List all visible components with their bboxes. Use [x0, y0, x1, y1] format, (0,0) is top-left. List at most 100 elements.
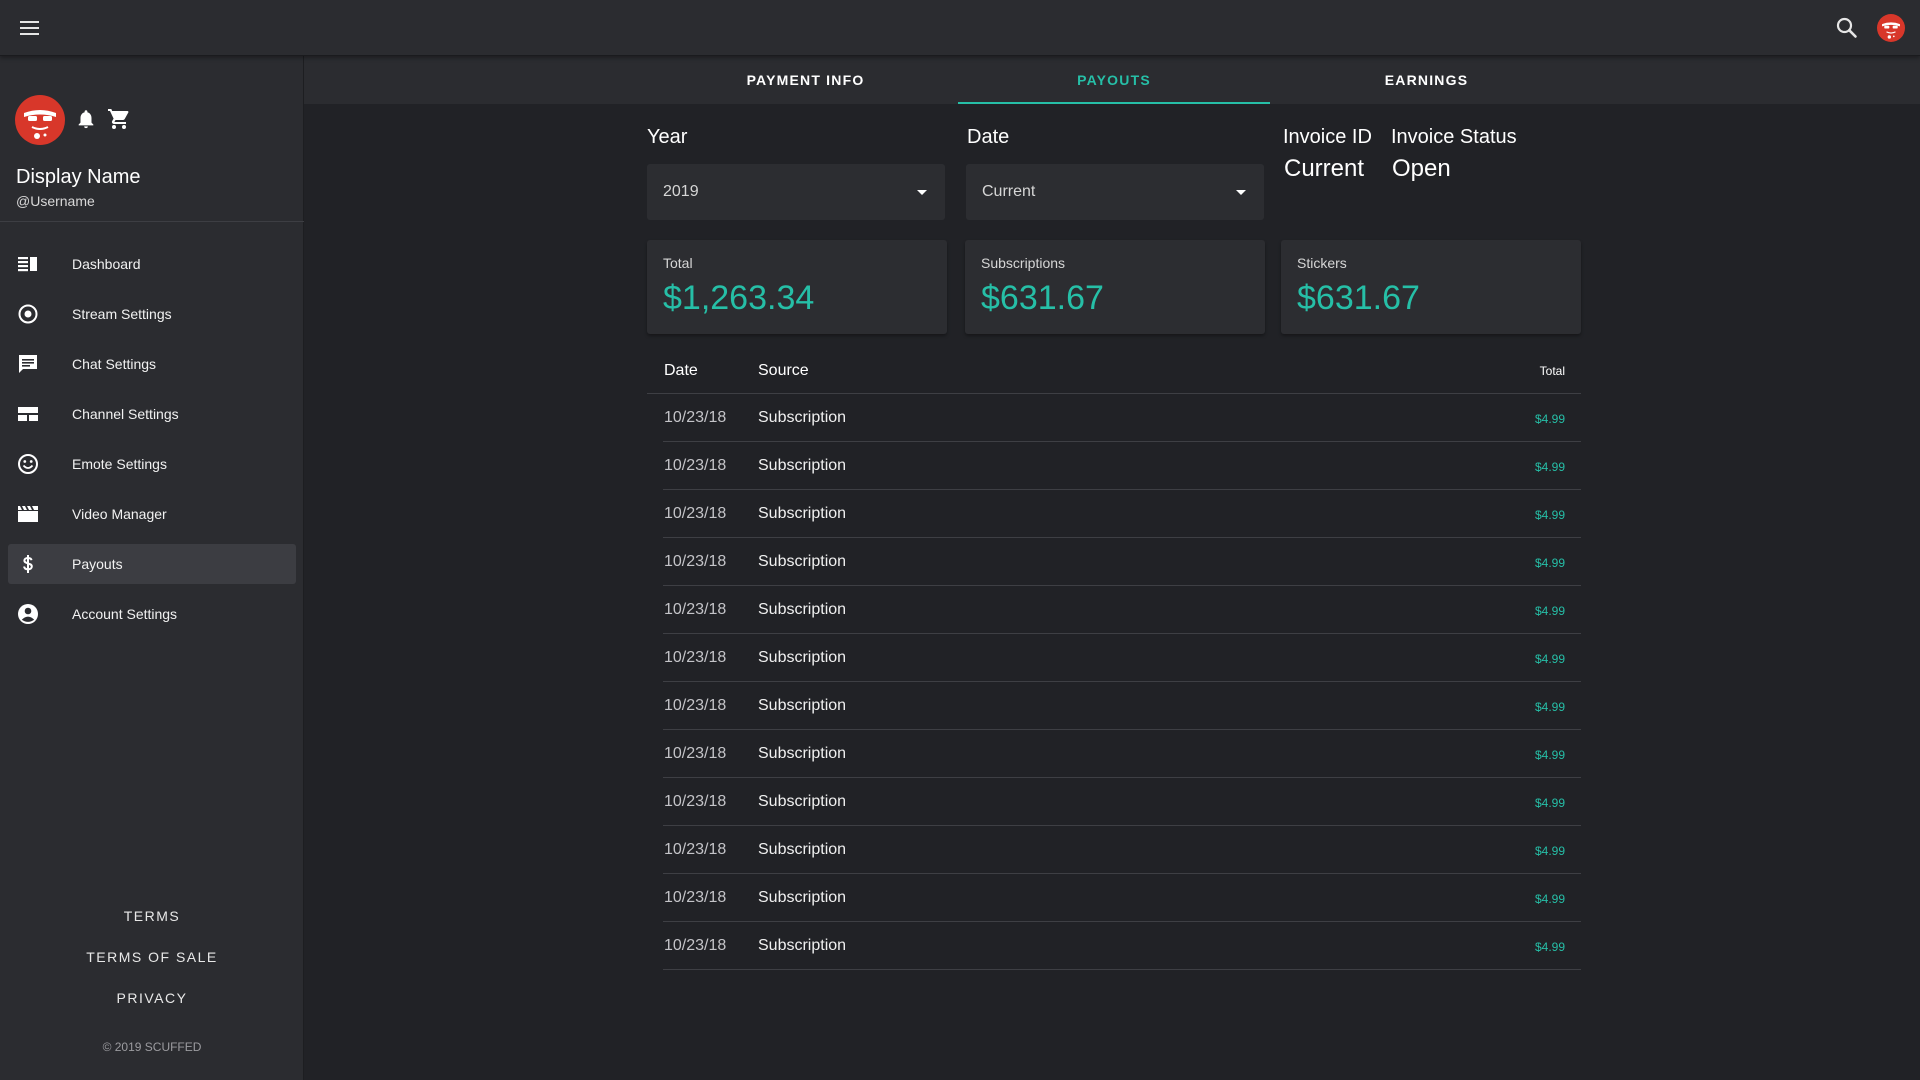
table-row[interactable]: 10/23/18 Subscription $4.99: [663, 826, 1581, 874]
tab-payment-info[interactable]: PAYMENT INFO: [650, 56, 961, 104]
row-date: 10/23/18: [664, 505, 727, 522]
table-row[interactable]: 10/23/18 Subscription $4.99: [663, 874, 1581, 922]
sidebar-item-label: Emote Settings: [72, 456, 167, 472]
sidebar-item-channel-settings[interactable]: Channel Settings: [8, 394, 296, 434]
sidebar-nav: Dashboard Stream Settings Chat Settings: [8, 244, 296, 644]
row-total: $4.99: [1534, 892, 1565, 906]
sidebar: Display Name @Username Dashboard Stream …: [0, 56, 304, 1080]
row-source: Subscription: [758, 697, 847, 714]
tab-bar: PAYMENT INFO PAYOUTS EARNINGS: [304, 56, 1920, 104]
year-select-value: 2019: [663, 183, 699, 200]
column-header-total[interactable]: Total: [1540, 364, 1565, 378]
row-source: Subscription: [758, 505, 847, 522]
table-row[interactable]: 10/23/18 Subscription $4.99: [663, 730, 1581, 778]
sidebar-item-account-settings[interactable]: Account Settings: [8, 594, 296, 634]
row-total: $4.99: [1534, 748, 1565, 762]
sidebar-item-emote-settings[interactable]: Emote Settings: [8, 444, 296, 484]
table-row[interactable]: 10/23/18 Subscription $4.99: [663, 922, 1581, 970]
row-date: 10/23/18: [664, 553, 727, 570]
sidebar-item-stream-settings[interactable]: Stream Settings: [8, 294, 296, 334]
sidebar-item-label: Video Manager: [72, 506, 167, 522]
display-name: Display Name: [16, 166, 141, 188]
row-date: 10/23/18: [664, 937, 727, 954]
sidebar-item-label: Payouts: [72, 556, 123, 572]
caret-down-icon: [917, 190, 927, 195]
row-total: $4.99: [1534, 508, 1565, 522]
row-source: Subscription: [758, 889, 847, 906]
row-total: $4.99: [1534, 652, 1565, 666]
payouts-table: Date Source Total 10/23/18 Subscription $4…: [647, 346, 1581, 970]
tab-payouts[interactable]: PAYOUTS: [958, 56, 1270, 104]
row-date: 10/23/18: [664, 745, 727, 762]
row-total: $4.99: [1534, 700, 1565, 714]
row-total: $4.99: [1534, 844, 1565, 858]
chat-icon: [19, 355, 37, 373]
column-header-date[interactable]: Date: [664, 362, 698, 380]
cart-icon[interactable]: [107, 107, 131, 131]
stickers-card: Stickers $631.67: [1281, 240, 1581, 334]
sidebar-item-video-manager[interactable]: Video Manager: [8, 494, 296, 534]
total-card: Total $1,263.34: [647, 240, 947, 334]
row-date: 10/23/18: [664, 457, 727, 474]
footer-links: TERMS TERMS OF SALE PRIVACY: [0, 906, 304, 1029]
table-row[interactable]: 10/23/18 Subscription $4.99: [663, 634, 1581, 682]
row-source: Subscription: [758, 409, 847, 426]
sidebar-item-dashboard[interactable]: Dashboard: [8, 244, 296, 284]
sidebar-item-label: Account Settings: [72, 606, 178, 622]
table-row[interactable]: 10/23/18 Subscription $4.99: [663, 490, 1581, 538]
layout-icon: [18, 407, 38, 421]
row-date: 10/23/18: [664, 601, 727, 618]
table-row[interactable]: 10/23/18 Subscription $4.99: [663, 394, 1581, 442]
radio-target-icon: [18, 304, 38, 324]
table-row[interactable]: 10/23/18 Subscription $4.99: [663, 586, 1581, 634]
row-date: 10/23/18: [664, 697, 727, 714]
sidebar-item-payouts[interactable]: Payouts: [8, 544, 296, 584]
row-total: $4.99: [1534, 556, 1565, 570]
card-value: $631.67: [981, 279, 1104, 317]
bell-icon[interactable]: [75, 108, 97, 130]
row-total: $4.99: [1534, 412, 1565, 426]
row-date: 10/23/18: [664, 889, 727, 906]
row-date: 10/23/18: [664, 409, 727, 426]
sidebar-item-label: Dashboard: [72, 256, 141, 272]
card-label: Total: [663, 255, 693, 271]
table-row[interactable]: 10/23/18 Subscription $4.99: [663, 682, 1581, 730]
account-circle-icon: [18, 604, 38, 624]
row-source: Subscription: [758, 553, 847, 570]
row-date: 10/23/18: [664, 649, 727, 666]
clapperboard-icon: [18, 506, 38, 522]
sidebar-item-chat-settings[interactable]: Chat Settings: [8, 344, 296, 384]
dashboard-icon: [18, 257, 37, 272]
sidebar-item-label: Chat Settings: [72, 356, 157, 372]
date-select[interactable]: Current: [966, 164, 1264, 220]
column-header-source[interactable]: Source: [758, 362, 809, 380]
invoice-status-value: Open: [1392, 155, 1451, 182]
row-source: Subscription: [758, 937, 847, 954]
terms-of-sale-link[interactable]: TERMS OF SALE: [0, 947, 304, 988]
row-date: 10/23/18: [664, 793, 727, 810]
row-source: Subscription: [758, 793, 847, 810]
table-row[interactable]: 10/23/18 Subscription $4.99: [663, 538, 1581, 586]
table-row[interactable]: 10/23/18 Subscription $4.99: [663, 442, 1581, 490]
sidebar-item-label: Stream Settings: [72, 306, 172, 322]
caret-down-icon: [1236, 190, 1246, 195]
row-total: $4.99: [1534, 940, 1565, 954]
search-icon[interactable]: [1834, 15, 1860, 41]
privacy-link[interactable]: PRIVACY: [0, 988, 304, 1029]
row-source: Subscription: [758, 841, 847, 858]
avatar-icon[interactable]: [15, 95, 65, 145]
menu-icon[interactable]: [18, 16, 42, 40]
card-label: Stickers: [1297, 255, 1347, 271]
date-label: Date: [967, 126, 1010, 148]
row-source: Subscription: [758, 649, 847, 666]
tab-earnings[interactable]: EARNINGS: [1271, 56, 1582, 104]
app-bar: [0, 0, 1920, 56]
row-total: $4.99: [1534, 460, 1565, 474]
terms-link[interactable]: TERMS: [0, 906, 304, 947]
avatar-icon[interactable]: [1877, 14, 1905, 42]
table-row[interactable]: 10/23/18 Subscription $4.99: [663, 778, 1581, 826]
sidebar-item-label: Channel Settings: [72, 406, 179, 422]
row-date: 10/23/18: [664, 841, 727, 858]
year-select[interactable]: 2019: [647, 164, 945, 220]
row-source: Subscription: [758, 457, 847, 474]
